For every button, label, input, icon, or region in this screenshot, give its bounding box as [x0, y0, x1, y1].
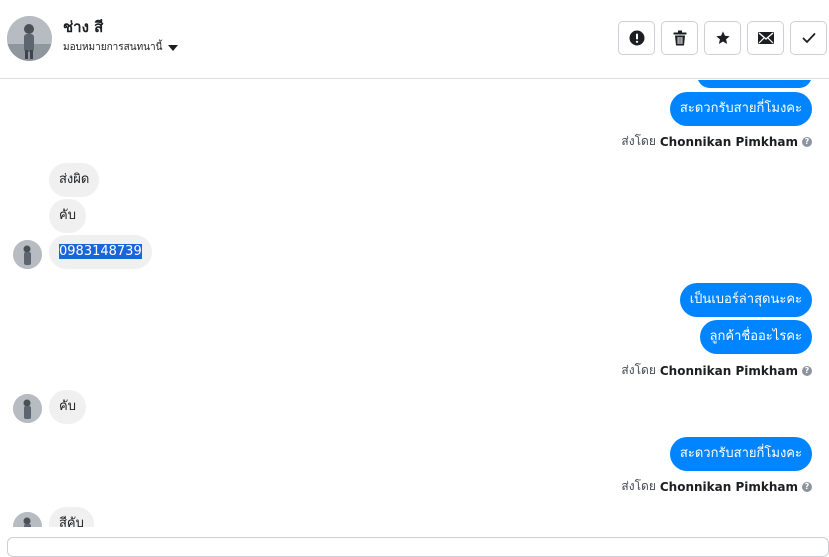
sent-by-label: ส่งโดย Chonnikan Pimkham ? — [621, 361, 812, 380]
reply-composer[interactable] — [7, 537, 829, 557]
sent-by-label: ส่งโดย Chonnikan Pimkham ? — [621, 132, 812, 151]
message-in: คับ — [49, 390, 86, 424]
help-icon[interactable]: ? — [802, 365, 812, 376]
done-button[interactable] — [790, 21, 827, 55]
message-in: สีคับ — [49, 507, 94, 527]
help-icon[interactable]: ? — [802, 136, 812, 147]
envelope-icon — [757, 32, 774, 44]
check-icon — [802, 33, 815, 43]
contact-avatar-small — [13, 240, 42, 269]
message-out: สะดวกรับสายกี่โมงคะ — [669, 437, 812, 471]
message-out: เป็นเบอร์ล่าสุดนะคะ — [679, 283, 812, 317]
caret-down-icon — [168, 44, 179, 51]
message-in: ส่งผิด — [49, 163, 100, 197]
contact-avatar[interactable] — [7, 16, 52, 61]
contact-avatar-small — [13, 394, 42, 423]
star-button[interactable] — [704, 21, 741, 55]
alert-icon — [629, 30, 644, 46]
mark-spam-button[interactable] — [618, 21, 655, 55]
contact-name[interactable]: ช่าง สี — [63, 15, 103, 39]
sent-by-label: ส่งโดย Chonnikan Pimkham ? — [621, 477, 812, 496]
sender-name: Chonnikan Pimkham — [659, 134, 798, 149]
message-in: 0983148739 — [49, 235, 152, 269]
sender-name: Chonnikan Pimkham — [659, 479, 798, 494]
selected-phone-number[interactable]: 0983148739 — [59, 244, 142, 259]
message-in: คับ — [49, 199, 86, 233]
assign-label: มอบหมายการสนทนานี้ — [63, 42, 163, 53]
message-out: ลูกค้าชื่ออะไรคะ — [699, 320, 812, 354]
trash-icon — [673, 30, 686, 46]
conversation-actions — [618, 21, 827, 55]
message-out: สะดวกรับสายกี่โมงคะ — [669, 92, 812, 126]
conversation-header: ช่าง สี มอบหมายการสนทนานี้ — [0, 0, 829, 79]
sender-name: Chonnikan Pimkham — [659, 363, 798, 378]
message-thread[interactable]: สะดวกรับสายกี่โมงคะ ส่งโดย Chonnikan Pim… — [0, 80, 829, 527]
star-icon — [715, 31, 730, 44]
assign-conversation-dropdown[interactable]: มอบหมายการสนทนานี้ — [63, 40, 179, 55]
delete-button[interactable] — [661, 21, 698, 55]
help-icon[interactable]: ? — [802, 481, 812, 492]
contact-avatar-small — [13, 512, 42, 527]
message-out-clipped — [697, 80, 812, 88]
mark-unread-button[interactable] — [747, 21, 784, 55]
